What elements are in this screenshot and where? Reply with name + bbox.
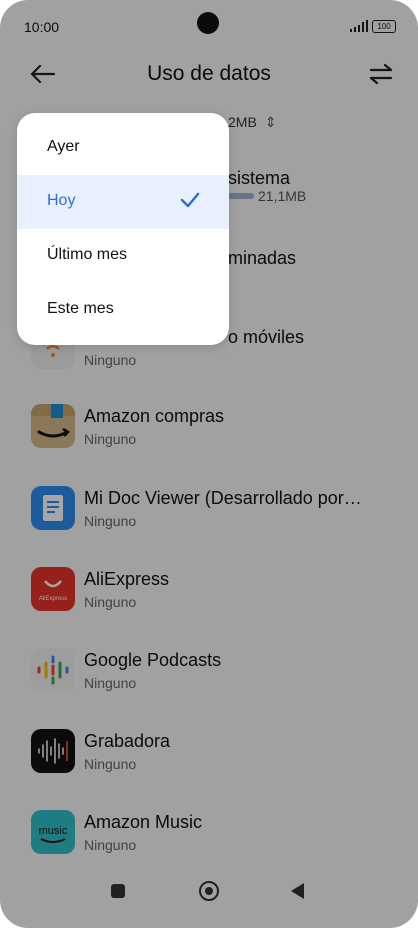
phone-screen: 10:00 100 Uso de datos 2MB ⇕ sistema 21,1… <box>0 0 418 928</box>
menu-item-este-mes[interactable]: Este mes <box>17 283 229 337</box>
menu-item-ultimo-mes[interactable]: Último mes <box>17 229 229 283</box>
menu-item-ayer[interactable]: Ayer <box>17 121 229 175</box>
menu-item-label: Último mes <box>47 246 128 263</box>
period-dropdown-menu: Ayer Hoy Último mes Este mes <box>17 113 229 345</box>
menu-item-label: Hoy <box>47 192 76 209</box>
menu-item-label: Ayer <box>47 138 80 155</box>
menu-item-label: Este mes <box>47 300 114 317</box>
menu-item-hoy[interactable]: Hoy <box>17 175 229 229</box>
checkmark-icon <box>180 192 200 208</box>
